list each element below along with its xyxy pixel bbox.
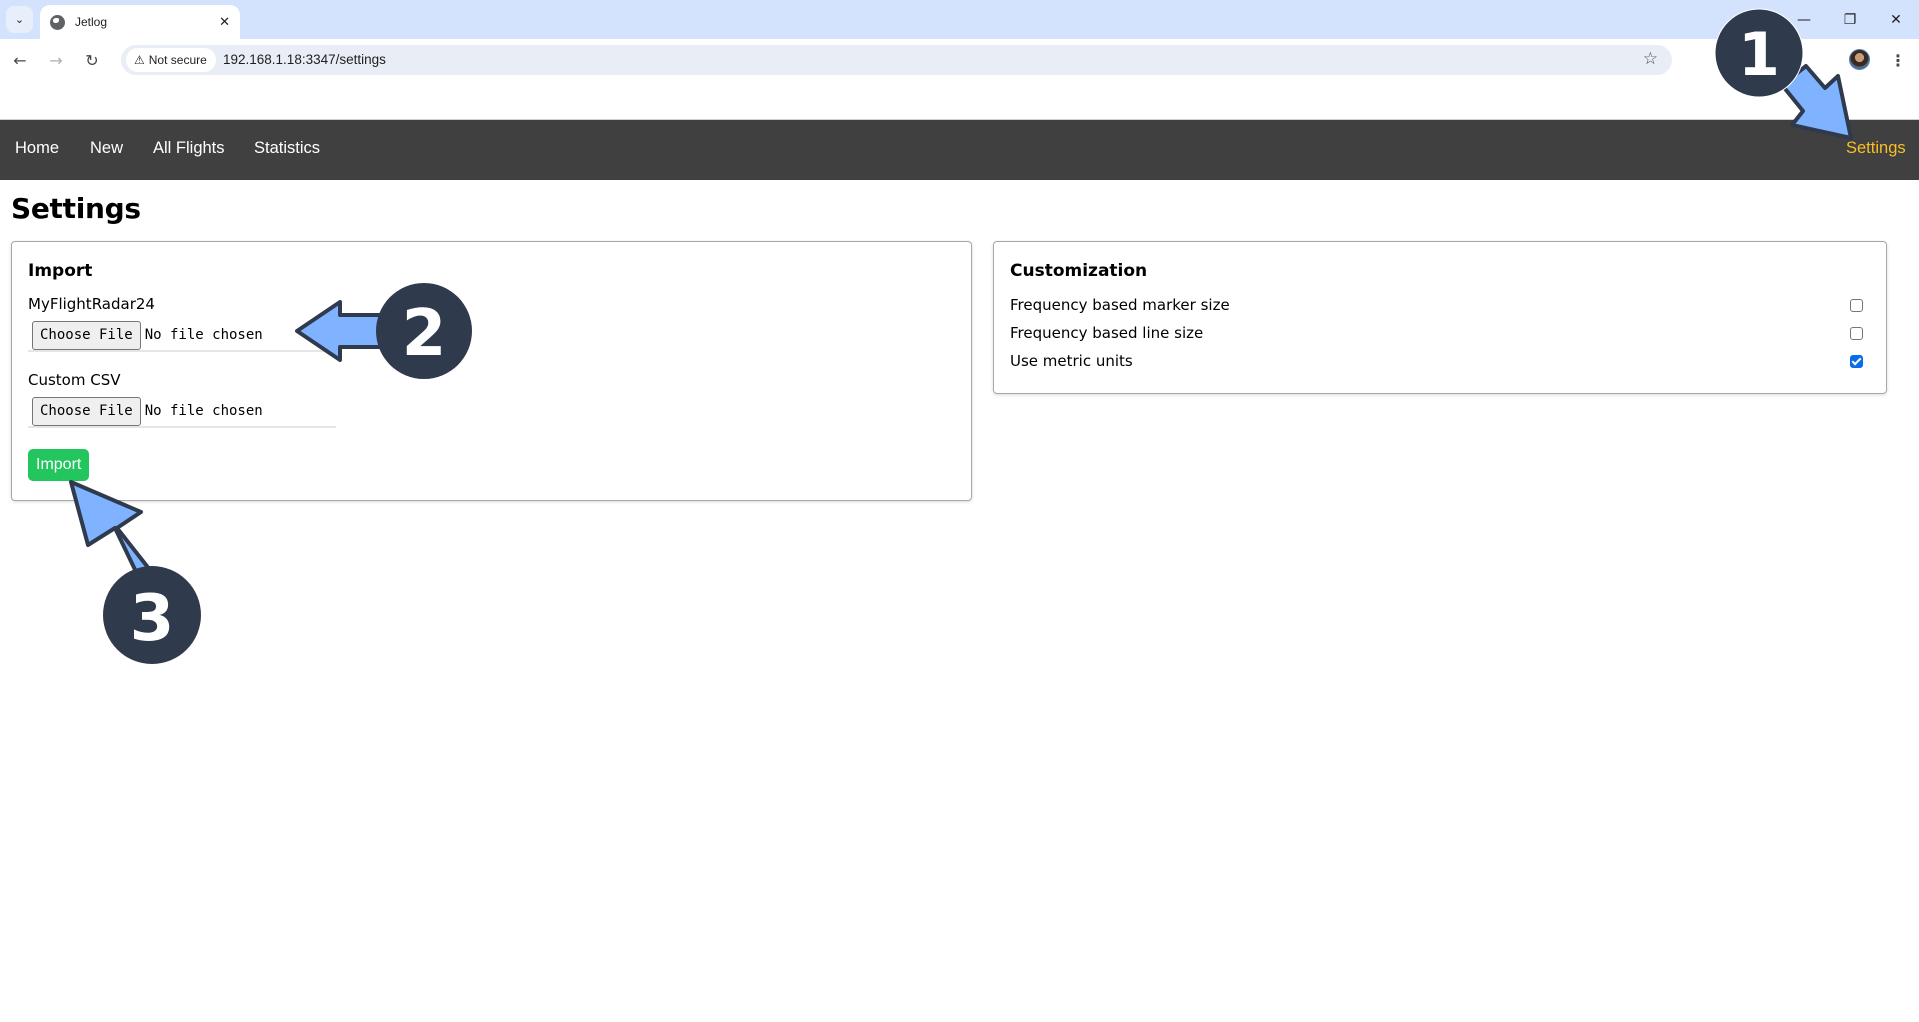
security-chip[interactable]: ⚠ Not secure	[126, 48, 216, 72]
import-button[interactable]: Import	[28, 449, 90, 481]
line-size-checkbox[interactable]	[1850, 326, 1863, 340]
globe-icon	[50, 14, 65, 30]
app-navbar: Home New All Flights Statistics Settings	[0, 119, 1919, 180]
option-row-metric-units: Use metric units	[1010, 350, 1870, 372]
option-row-marker-size: Frequency based marker size	[1010, 294, 1870, 316]
back-button[interactable]: ←	[7, 47, 33, 73]
option-label: Use metric units	[1010, 352, 1133, 370]
reload-icon: ↻	[85, 50, 99, 70]
myflightradar24-file-input[interactable]: Choose File No file chosen	[28, 320, 336, 352]
warning-triangle-icon: ⚠	[134, 53, 145, 67]
custom-csv-file-input[interactable]: Choose File No file chosen	[28, 396, 336, 428]
choose-file-button[interactable]: Choose File	[32, 396, 141, 426]
page-title: Settings	[11, 192, 141, 225]
nav-new[interactable]: New	[90, 139, 123, 158]
arrow-left-icon: ←	[13, 50, 27, 70]
nav-statistics[interactable]: Statistics	[254, 139, 320, 158]
tab-list-button[interactable]: ⌄	[6, 6, 33, 33]
option-label: Frequency based marker size	[1010, 296, 1230, 314]
address-bar[interactable]: ⚠ Not secure 192.168.1.18:3347/settings …	[121, 45, 1672, 75]
annotation-badge-3: 3	[103, 566, 201, 664]
option-row-line-size: Frequency based line size	[1010, 322, 1870, 344]
arrow-right-icon: →	[49, 50, 63, 70]
star-outline-icon[interactable]: ☆	[1643, 49, 1658, 69]
marker-size-checkbox[interactable]	[1850, 298, 1863, 312]
forward-button[interactable]: →	[43, 47, 69, 73]
restore-icon[interactable]: ❐	[1827, 0, 1873, 39]
metric-units-checkbox[interactable]	[1850, 354, 1863, 368]
badge-number: 3	[130, 582, 175, 656]
file-status: No file chosen	[144, 327, 263, 343]
reload-button[interactable]: ↻	[79, 47, 105, 73]
custom-csv-label: Custom CSV	[28, 371, 121, 389]
customization-panel: Customization Frequency based marker siz…	[993, 241, 1887, 394]
nav-all-flights[interactable]: All Flights	[153, 139, 225, 158]
import-heading: Import	[28, 261, 93, 281]
browser-tab-strip: ⌄ Jetlog ✕ — ❐ ✕	[0, 0, 1919, 39]
choose-file-button[interactable]: Choose File	[32, 320, 141, 350]
close-window-icon[interactable]: ✕	[1873, 0, 1919, 39]
customization-heading: Customization	[1010, 261, 1148, 281]
file-status: No file chosen	[144, 403, 263, 419]
url-text[interactable]: 192.168.1.18:3347/settings	[223, 52, 386, 67]
browser-tab[interactable]: Jetlog ✕	[40, 5, 240, 39]
kebab-menu-icon[interactable]: ⋮	[1890, 47, 1906, 73]
chevron-down-icon: ⌄	[14, 13, 25, 26]
tab-title: Jetlog	[75, 15, 108, 29]
security-label: Not secure	[148, 53, 207, 67]
browser-toolbar: ← → ↻ ⚠ Not secure 192.168.1.18:3347/set…	[0, 39, 1919, 80]
avatar-icon[interactable]	[1849, 49, 1870, 70]
nav-home[interactable]: Home	[15, 139, 59, 158]
nav-settings[interactable]: Settings	[1846, 139, 1906, 158]
close-icon[interactable]: ✕	[219, 15, 230, 30]
option-label: Frequency based line size	[1010, 324, 1204, 342]
myflightradar24-label: MyFlightRadar24	[28, 295, 155, 313]
minimize-icon[interactable]: —	[1781, 0, 1827, 39]
import-panel: Import MyFlightRadar24 Choose File No fi…	[11, 241, 972, 501]
window-controls: — ❐ ✕	[1781, 0, 1919, 39]
